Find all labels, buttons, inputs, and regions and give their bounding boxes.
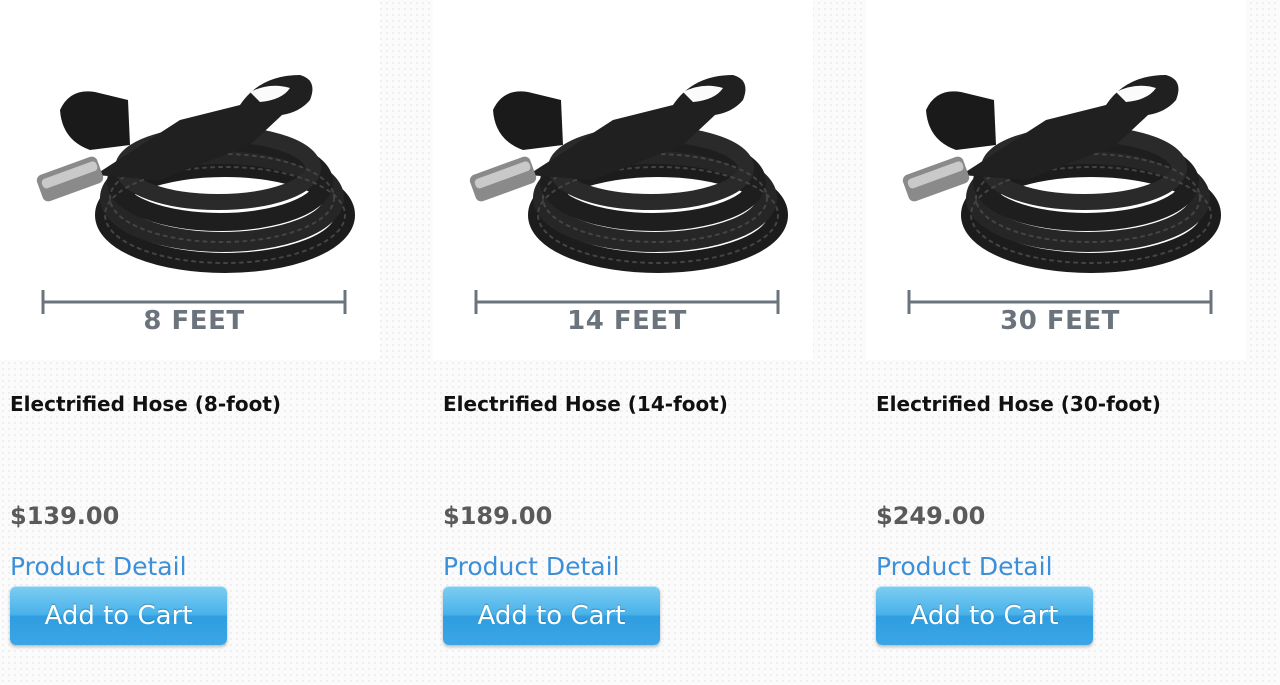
product-grid: 8 FEET Electrified Hose (8-foot) $139.00… [0, 0, 1280, 685]
product-price: $189.00 [443, 502, 553, 530]
add-to-cart-button[interactable]: Add to Cart [443, 586, 660, 645]
product-image[interactable]: 14 FEET [433, 0, 813, 360]
product-card: 30 FEET Electrified Hose (30-foot) $249.… [866, 0, 1280, 685]
hose-length-label: 30 FEET [1000, 306, 1120, 336]
product-detail-link[interactable]: Product Detail [443, 552, 620, 581]
product-image[interactable]: 30 FEET [866, 0, 1246, 360]
product-card: 14 FEET Electrified Hose (14-foot) $189.… [433, 0, 853, 685]
product-detail-link[interactable]: Product Detail [10, 552, 187, 581]
product-detail-link[interactable]: Product Detail [876, 552, 1053, 581]
product-image[interactable]: 8 FEET [0, 0, 380, 360]
hose-length-label: 8 FEET [143, 306, 245, 336]
product-title[interactable]: Electrified Hose (8-foot) [10, 392, 281, 416]
add-to-cart-button[interactable]: Add to Cart [876, 586, 1093, 645]
product-title[interactable]: Electrified Hose (14-foot) [443, 392, 728, 416]
hose-length-label: 14 FEET [567, 306, 687, 336]
product-price: $139.00 [10, 502, 120, 530]
product-price: $249.00 [876, 502, 986, 530]
add-to-cart-button[interactable]: Add to Cart [10, 586, 227, 645]
product-card: 8 FEET Electrified Hose (8-foot) $139.00… [0, 0, 420, 685]
product-title[interactable]: Electrified Hose (30-foot) [876, 392, 1161, 416]
